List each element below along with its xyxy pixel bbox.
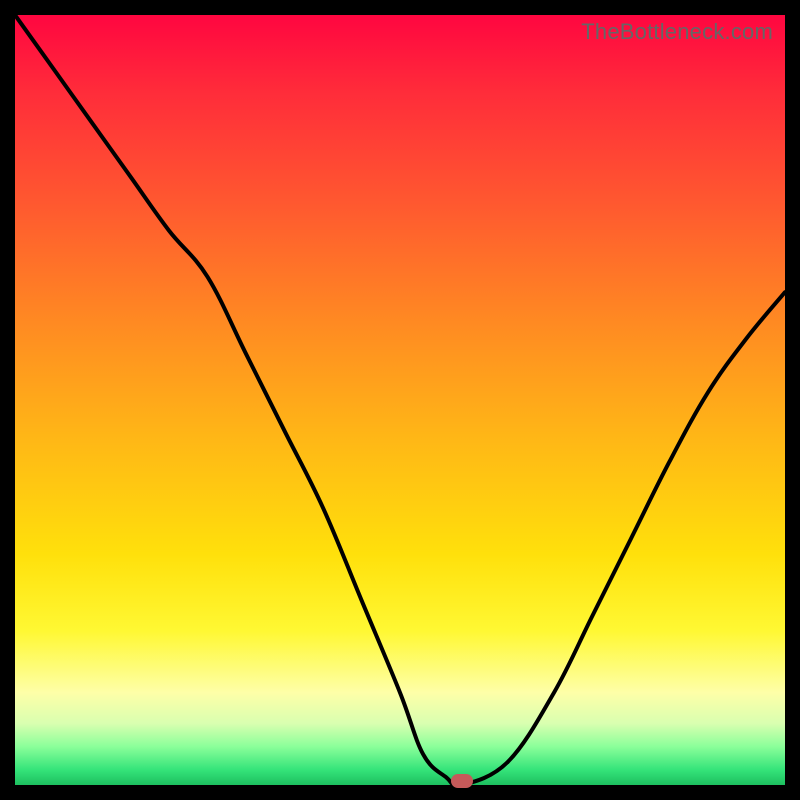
plot-area: TheBottleneck.com	[15, 15, 785, 785]
chart-stage: TheBottleneck.com	[0, 0, 800, 800]
minimum-marker	[451, 774, 473, 788]
bottleneck-curve	[15, 15, 785, 785]
curve-path	[15, 15, 785, 785]
watermark-label: TheBottleneck.com	[581, 19, 773, 45]
